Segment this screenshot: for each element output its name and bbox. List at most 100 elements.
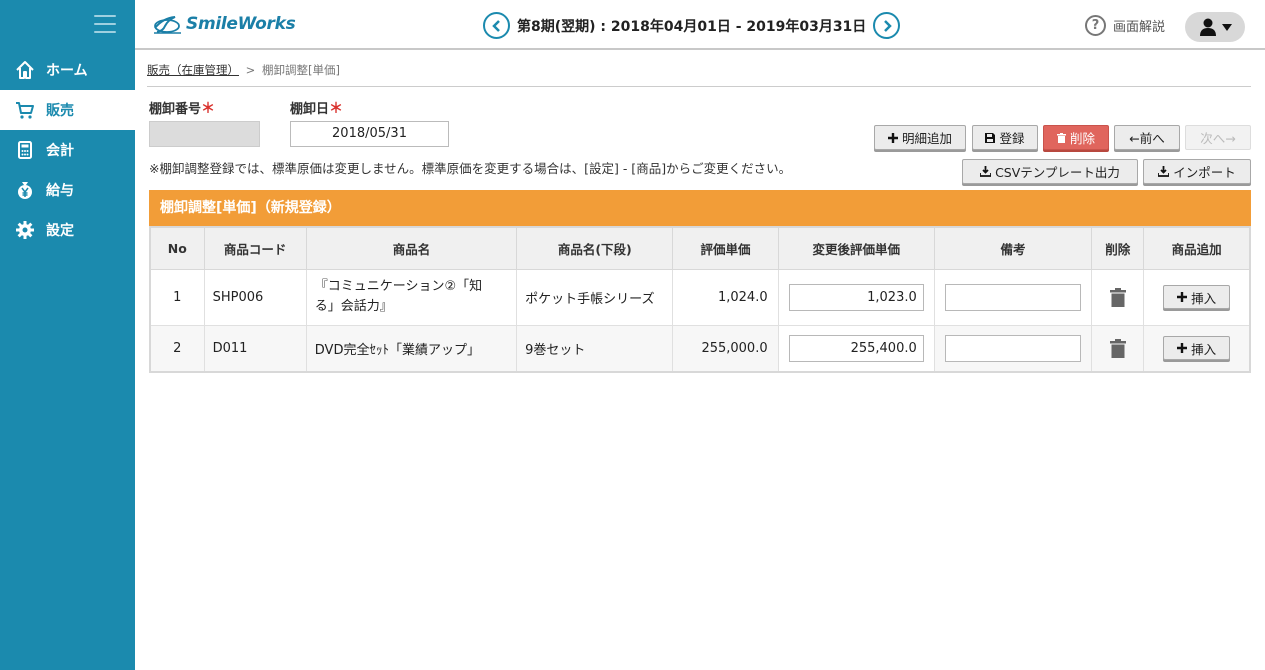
cell-name2: ポケット手帳シリーズ — [516, 268, 674, 326]
csv-template-label: CSVテンプレート出力 — [995, 165, 1120, 180]
cell-delete — [1091, 324, 1145, 373]
sidebar-nav: ホーム 販売 会計 給与 設定 — [0, 50, 135, 250]
column-header-name: 商品名 — [305, 226, 518, 270]
sidebar-item-label: ホーム — [46, 63, 88, 79]
top-header: SmileWorks 第8期(翌期) : 2018年04月01日 - 2019年… — [135, 0, 1265, 50]
table-row: 1 SHP006 『コミュニケーション②「知る」会話力』 ポケット手帳シリーズ … — [149, 268, 1251, 326]
divider — [147, 86, 1251, 87]
cell-note — [933, 268, 1093, 326]
sidebar-item-sales[interactable]: 販売 — [0, 90, 135, 130]
cell-no: 2 — [149, 324, 205, 373]
user-icon — [1199, 18, 1216, 36]
cell-code: SHP006 — [203, 268, 307, 326]
column-header-unit-price: 評価単価 — [672, 226, 779, 270]
cell-unit-price: 255,000.0 — [672, 324, 779, 373]
panel-title: 棚卸調整[単価]（新規登録） — [149, 190, 1251, 226]
csv-template-button[interactable]: CSVテンプレート出力 — [962, 159, 1138, 184]
sidebar-item-settings[interactable]: 設定 — [0, 210, 135, 250]
period-text: 第8期(翌期) : 2018年04月01日 - 2019年03月31日 — [517, 18, 867, 35]
user-menu-button[interactable] — [1185, 12, 1245, 42]
required-mark: ＊ — [201, 101, 216, 117]
delete-button[interactable]: 削除 — [1043, 125, 1109, 150]
logo-text: SmileWorks — [186, 14, 296, 34]
breadcrumb: 販売（在庫管理） > 棚卸調整[単価] — [147, 62, 340, 78]
save-label: 登録 — [999, 131, 1025, 146]
yen-bag-icon — [15, 180, 35, 200]
cell-name2: 9巻セット — [516, 324, 674, 373]
breadcrumb-current: 棚卸調整[単価] — [261, 63, 340, 77]
cell-note — [933, 324, 1093, 373]
sidebar-item-payroll[interactable]: 給与 — [0, 170, 135, 210]
inventory-date-input[interactable]: 2018/05/31 — [290, 121, 449, 147]
plus-icon — [887, 132, 898, 143]
prev-button[interactable]: ←前へ — [1114, 125, 1180, 150]
calculator-icon — [15, 140, 35, 160]
cell-new-price: 255,400.0 — [777, 324, 935, 373]
download-icon — [1158, 166, 1170, 177]
logo[interactable]: SmileWorks — [153, 12, 296, 36]
plus-icon — [1177, 343, 1188, 354]
hamburger-menu-icon[interactable] — [94, 15, 116, 33]
required-mark: ＊ — [329, 101, 344, 117]
floppy-icon — [985, 132, 996, 143]
plus-icon — [1177, 292, 1188, 302]
info-note: ※棚卸調整登録では、標準原価は変更しません。標準原価を変更する場合は、[設定] … — [149, 161, 792, 176]
question-icon: ? — [1085, 15, 1106, 36]
next-period-button[interactable] — [873, 12, 901, 39]
prev-period-button[interactable] — [483, 12, 510, 39]
next-button[interactable]: 次へ→ — [1185, 125, 1251, 150]
note-input[interactable] — [945, 334, 1082, 362]
date-label: 棚卸日＊ — [290, 98, 343, 118]
breadcrumb-separator: > — [245, 63, 256, 77]
gear-icon — [15, 220, 35, 240]
cell-unit-price: 1,024.0 — [672, 268, 779, 326]
new-price-input[interactable]: 1,023.0 — [788, 283, 924, 311]
chevron-left-icon — [491, 19, 500, 32]
trash-icon — [1056, 132, 1066, 143]
sidebar-item-accounting[interactable]: 会計 — [0, 130, 135, 170]
trash-icon[interactable] — [1109, 338, 1126, 358]
column-header-no: No — [149, 226, 205, 270]
insert-button[interactable]: 挿入 — [1163, 285, 1231, 309]
cell-code: D011 — [203, 324, 307, 373]
column-header-insert: 商品追加 — [1143, 226, 1251, 270]
smileworks-logo-icon — [154, 16, 181, 34]
cell-no: 1 — [149, 268, 205, 326]
import-label: インポート — [1173, 165, 1236, 180]
column-header-new-price: 変更後評価単価 — [777, 226, 935, 270]
next-label: 次へ→ — [1200, 131, 1236, 146]
cell-delete — [1091, 268, 1145, 326]
import-button[interactable]: インポート — [1143, 159, 1251, 184]
sidebar-item-label: 販売 — [46, 103, 74, 119]
sidebar-item-label: 設定 — [46, 223, 74, 239]
inventory-number-field — [149, 121, 260, 147]
cell-new-price: 1,023.0 — [777, 268, 935, 326]
delete-label: 削除 — [1069, 131, 1095, 146]
add-detail-button[interactable]: 明細追加 — [874, 125, 966, 150]
home-icon — [15, 60, 35, 80]
sidebar: ホーム 販売 会計 給与 設定 — [0, 0, 135, 670]
cell-name: DVD完全ｾｯﾄ「業績アップ」 — [305, 324, 518, 373]
column-header-name2: 商品名(下段) — [516, 226, 674, 270]
insert-button[interactable]: 挿入 — [1163, 336, 1231, 361]
column-header-note: 備考 — [933, 226, 1093, 270]
number-label-text: 棚卸番号 — [149, 102, 202, 117]
table-header-row: No 商品コード 商品名 商品名(下段) 評価単価 変更後評価単価 備考 削除 … — [149, 226, 1251, 270]
adjustment-table: No 商品コード 商品名 商品名(下段) 評価単価 変更後評価単価 備考 削除 … — [149, 226, 1251, 373]
new-price-input[interactable]: 255,400.0 — [788, 334, 924, 362]
add-detail-label: 明細追加 — [901, 131, 952, 146]
sidebar-item-label: 給与 — [46, 183, 74, 199]
insert-label: 挿入 — [1191, 290, 1217, 306]
table-row: 2 D011 DVD完全ｾｯﾄ「業績アップ」 9巻セット 255,000.0 2… — [149, 324, 1251, 373]
download-icon — [980, 166, 992, 177]
save-button[interactable]: 登録 — [972, 125, 1038, 150]
cell-name: 『コミュニケーション②「知る」会話力』 — [305, 268, 518, 326]
note-input[interactable] — [945, 283, 1082, 311]
cart-icon — [15, 100, 35, 120]
sidebar-item-home[interactable]: ホーム — [0, 50, 135, 90]
caret-down-icon — [1221, 24, 1232, 31]
help-button[interactable]: ? 画面解説 — [1085, 15, 1165, 36]
help-label: 画面解説 — [1113, 20, 1166, 35]
trash-icon[interactable] — [1109, 287, 1126, 307]
breadcrumb-link-sales[interactable]: 販売（在庫管理） — [147, 63, 239, 77]
